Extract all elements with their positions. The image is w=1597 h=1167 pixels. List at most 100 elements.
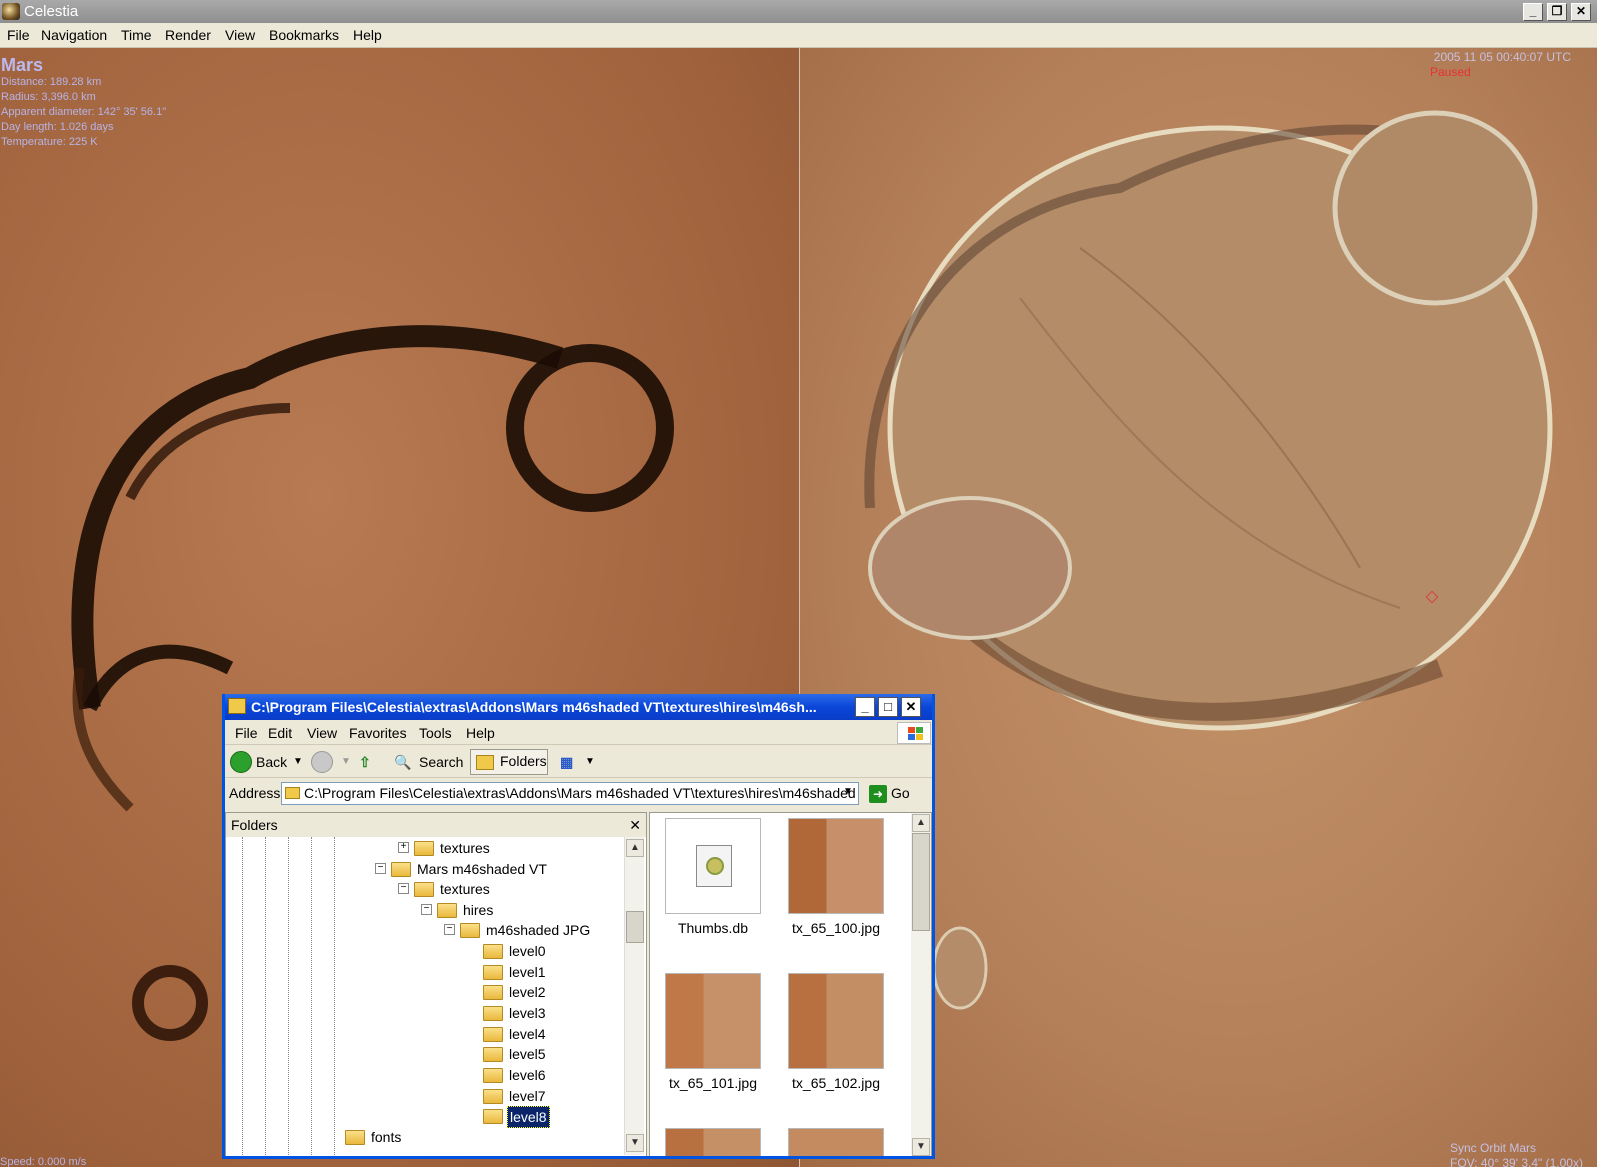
menu-render[interactable]: Render [165,27,211,43]
folders-button-frame[interactable]: Folders [470,749,548,775]
folder-icon [414,882,434,897]
views-icon[interactable]: ▦ [560,749,573,775]
go-arrow-icon[interactable]: ➜ [869,785,887,803]
file-list-pane[interactable]: Thumbs.db tx_65_100.jpg tx_65_101.jpg tx… [649,812,932,1156]
folder-icon [483,1027,503,1042]
folder-icon [483,1068,503,1083]
folder-icon [483,1006,503,1021]
forward-dropdown-icon[interactable]: ▼ [341,749,351,775]
speed-readout: Speed: 0.000 m/s [0,1156,87,1167]
folders-pane-close-icon[interactable]: ✕ [629,813,641,837]
file-tx-65-101[interactable] [665,973,761,1069]
folder-tree[interactable]: + textures − Mars m46shaded VT − texture… [226,837,624,1155]
file-label: tx_65_101.jpg [669,1075,757,1091]
explorer-window: C:\Program Files\Celestia\extras\Addons\… [222,694,935,1159]
folder-icon [460,923,480,938]
title-bar: Celestia _ ❐ ✕ [0,0,1597,23]
explorer-menu-file[interactable]: File [235,725,258,741]
address-label: Address [229,785,281,801]
back-arrow-icon[interactable] [230,751,252,773]
views-dropdown-icon[interactable]: ▼ [585,749,595,775]
explorer-title: C:\Program Files\Celestia\extras\Addons\… [251,699,817,715]
scroll-up-icon[interactable]: ▲ [912,814,930,832]
system-file-icon [696,845,732,887]
scroll-down-icon[interactable]: ▼ [912,1138,930,1156]
info-radius: Radius: 3,396.0 km [1,91,96,103]
address-dropdown-icon[interactable]: ▼ [843,786,853,797]
explorer-minimize-button[interactable]: _ [855,697,875,717]
folder-icon [483,985,503,1000]
back-button[interactable]: Back [256,749,287,775]
search-icon: 🔍 [394,754,412,770]
paused-status: Paused [1430,65,1471,79]
file-tx-65-100[interactable] [788,818,884,914]
file-label: tx_65_102.jpg [792,1075,880,1091]
explorer-menu-tools[interactable]: Tools [419,725,452,741]
folder-open-icon [228,698,246,714]
folder-icon [414,841,434,856]
tree-line [288,837,289,1155]
close-button[interactable]: ✕ [1571,3,1591,21]
file-tx-65-102[interactable] [788,973,884,1069]
explorer-title-bar[interactable]: C:\Program Files\Celestia\extras\Addons\… [225,694,932,720]
menu-view[interactable]: View [225,27,255,43]
tree-line [242,837,243,1155]
address-folder-icon [285,787,300,799]
go-button[interactable]: Go [891,785,910,801]
folder-icon [483,965,503,980]
scroll-up-icon[interactable]: ▲ [626,839,644,857]
folder-icon [437,903,457,918]
info-day-length: Day length: 1.026 days [1,121,114,133]
back-dropdown-icon[interactable]: ▼ [293,749,303,775]
folders-button[interactable]: Folders [500,753,547,769]
explorer-toolbar: Back ▼ ▼ ⇧ 🔍 Search Folders ▦ ▼ [225,746,932,778]
selected-object-name: Mars [1,55,44,75]
folder-icon [345,1130,365,1145]
orbit-mode: Sync Orbit Mars [1450,1141,1537,1155]
file-thumbnail-partial[interactable] [788,1128,884,1156]
tree-line [311,837,312,1155]
info-apparent-diameter: Apparent diameter: 142° 35' 56.1" [1,106,167,118]
explorer-menu-view[interactable]: View [307,725,337,741]
scroll-thumb[interactable] [912,833,930,931]
menu-file[interactable]: File [7,27,30,43]
file-label: Thumbs.db [677,920,749,936]
menu-bar: File Navigation Time Render View Bookmar… [0,23,1597,48]
collapse-icon[interactable]: − [398,883,409,894]
folder-tree-scrollbar[interactable]: ▲ ▼ [624,837,644,1155]
menu-help[interactable]: Help [353,27,382,43]
restore-button[interactable]: ❐ [1547,3,1567,21]
up-folder-icon[interactable]: ⇧ [359,749,371,775]
scroll-down-icon[interactable]: ▼ [626,1134,644,1152]
menu-time[interactable]: Time [121,27,152,43]
scroll-thumb[interactable] [626,911,644,943]
tree-line [334,837,335,1155]
gear-icon [706,857,724,875]
minimize-button[interactable]: _ [1523,3,1543,21]
file-label: tx_65_100.jpg [792,920,880,936]
celestia-app: Celestia _ ❐ ✕ File Navigation Time Rend… [0,0,1597,1167]
expand-icon[interactable]: + [398,842,409,853]
explorer-close-button[interactable]: ✕ [901,697,921,717]
search-button[interactable]: Search [419,749,463,775]
folders-pane: Folders ✕ + textures − Mars m46shaded VT… [225,812,647,1156]
forward-arrow-icon[interactable] [311,751,333,773]
explorer-menu-favorites[interactable]: Favorites [349,725,407,741]
file-thumbnail-partial[interactable] [665,1128,761,1156]
collapse-icon[interactable]: − [421,904,432,915]
explorer-menu-help[interactable]: Help [466,725,495,741]
folder-icon [483,944,503,959]
explorer-maximize-button[interactable]: □ [878,697,898,717]
file-thumbs-db[interactable] [665,818,761,914]
window-title: Celestia [24,3,79,20]
explorer-menu-edit[interactable]: Edit [268,725,292,741]
info-distance: Distance: 189.28 km [1,76,102,88]
address-input[interactable]: C:\Program Files\Celestia\extras\Addons\… [281,782,859,805]
collapse-icon[interactable]: − [375,863,386,874]
menu-navigation[interactable]: Navigation [41,27,107,43]
info-temperature: Temperature: 225 K [1,136,98,148]
menu-bookmarks[interactable]: Bookmarks [269,27,339,43]
file-list-scrollbar[interactable]: ▲ ▼ [911,813,931,1156]
celestia-app-icon [2,3,20,20]
collapse-icon[interactable]: − [444,924,455,935]
